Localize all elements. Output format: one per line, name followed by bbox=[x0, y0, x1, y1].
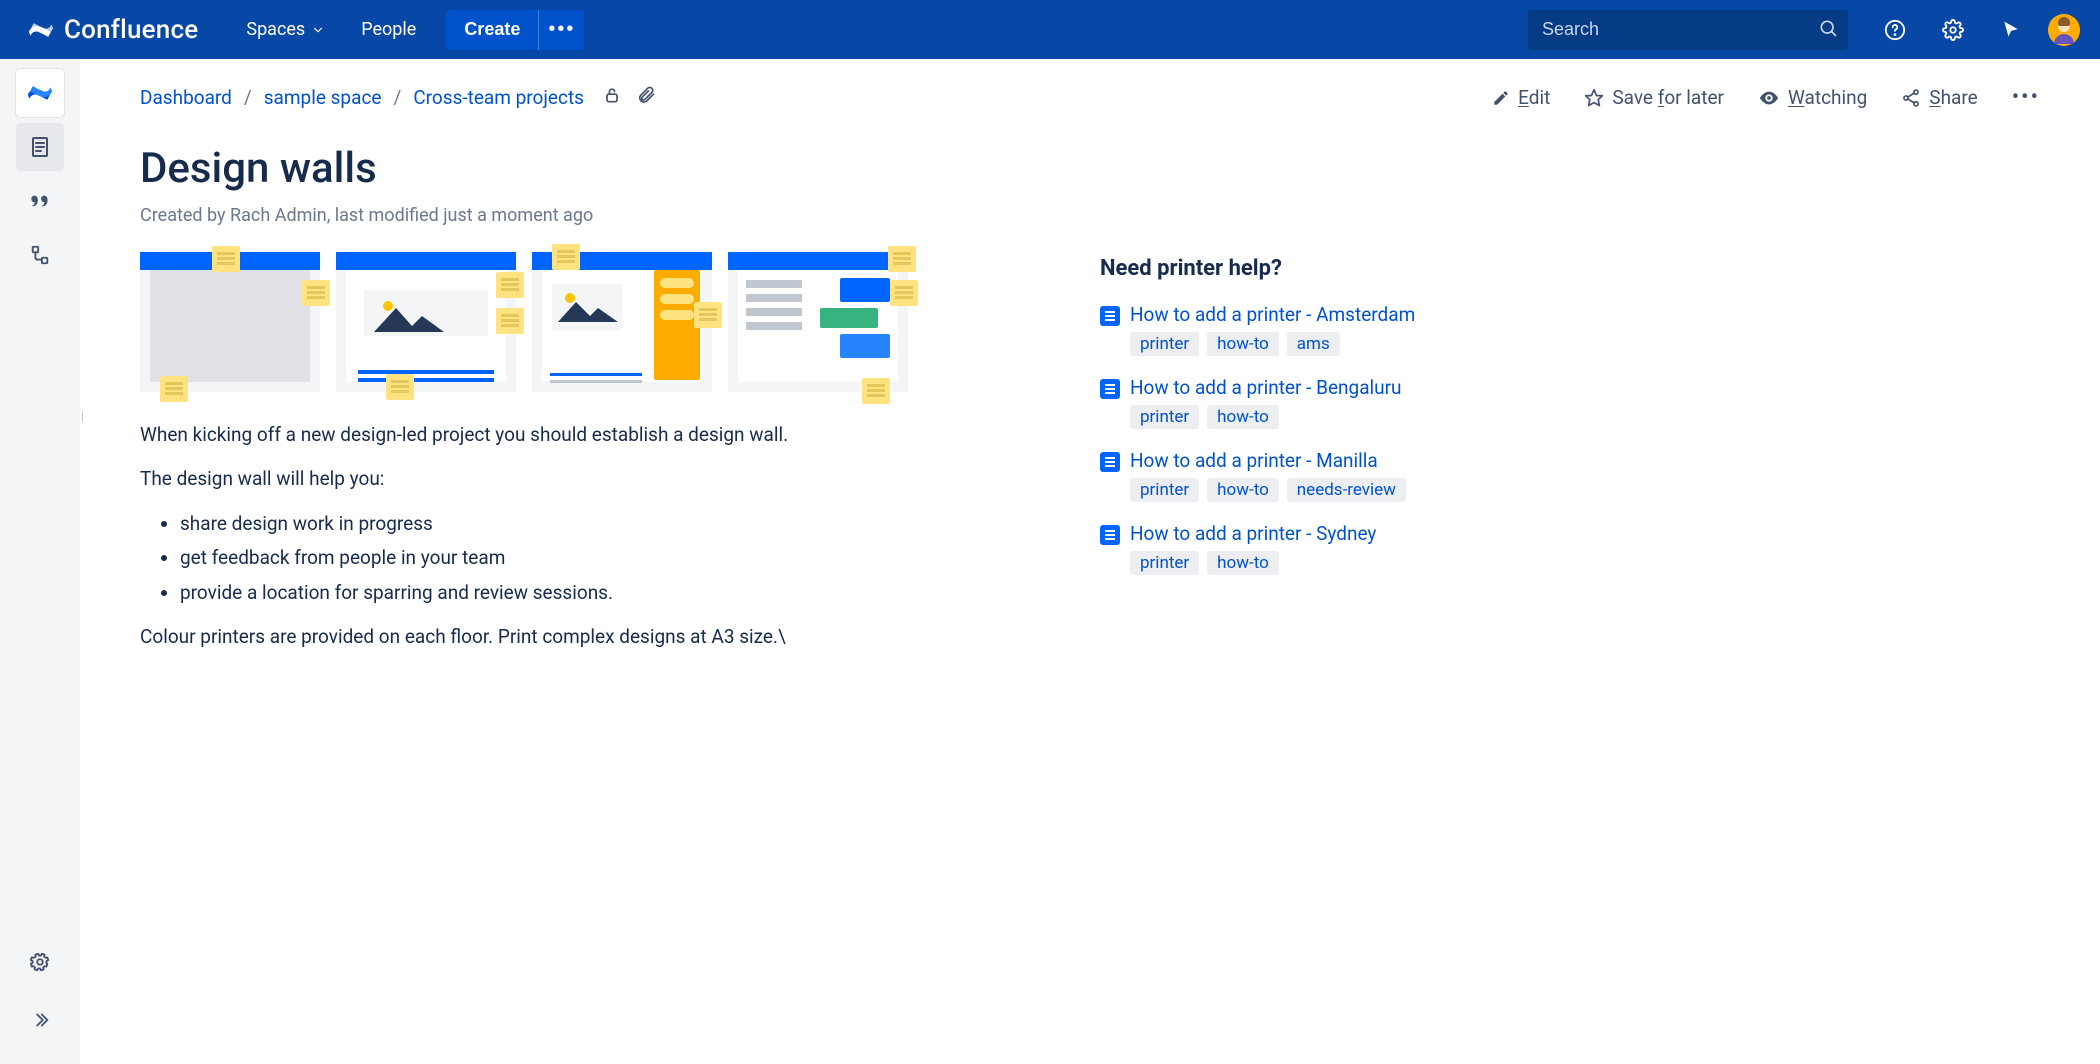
save-for-later-action[interactable]: Save for later bbox=[1584, 86, 1724, 109]
label-chip[interactable]: printer bbox=[1130, 551, 1199, 575]
illustration-panel-4 bbox=[728, 252, 908, 392]
nav-people[interactable]: People bbox=[343, 0, 434, 59]
gear-icon bbox=[1942, 19, 1964, 41]
page-header-row: Dashboard / sample space / Cross-team pr… bbox=[140, 85, 2040, 110]
help-icon bbox=[1884, 19, 1906, 41]
related-link[interactable]: How to add a printer - Manilla bbox=[1130, 449, 1378, 472]
create-more-button[interactable]: ••• bbox=[538, 10, 584, 50]
gear-icon bbox=[29, 951, 51, 973]
page-icon bbox=[1100, 306, 1120, 326]
page-icon bbox=[1100, 452, 1120, 472]
rail-tree[interactable] bbox=[16, 231, 64, 279]
related-item: How to add a printer - Manilla printer h… bbox=[1100, 449, 1520, 502]
label-chip[interactable]: how-to bbox=[1207, 478, 1279, 502]
crumb-space[interactable]: sample space bbox=[264, 86, 382, 109]
hierarchy-icon bbox=[29, 244, 51, 266]
share-icon bbox=[1901, 88, 1921, 108]
related-heading: Need printer help? bbox=[1100, 256, 1520, 281]
quote-icon bbox=[27, 188, 53, 214]
main-content: Dashboard / sample space / Cross-team pr… bbox=[80, 59, 2100, 1064]
rail-pages[interactable] bbox=[16, 123, 64, 171]
illustration-panel-3 bbox=[532, 252, 712, 392]
rail-blog[interactable] bbox=[16, 177, 64, 225]
page-title: Design walls bbox=[140, 144, 2040, 193]
body-text: When kicking off a new design-led projec… bbox=[140, 420, 1020, 652]
related-item: How to add a printer - Bengaluru printer… bbox=[1100, 376, 1520, 429]
label-chip[interactable]: how-to bbox=[1207, 332, 1279, 356]
related-item: How to add a printer - Amsterdam printer… bbox=[1100, 303, 1520, 356]
expand-icon bbox=[29, 1009, 51, 1031]
search-input[interactable] bbox=[1528, 10, 1848, 50]
paragraph: The design wall will help you: bbox=[140, 464, 1020, 494]
list-item: get feedback from people in your team bbox=[180, 543, 1020, 573]
user-avatar[interactable] bbox=[2048, 14, 2080, 46]
crumb-separator: / bbox=[244, 86, 252, 109]
related-link[interactable]: How to add a printer - Bengaluru bbox=[1130, 376, 1402, 399]
eye-icon bbox=[1758, 87, 1780, 109]
star-icon bbox=[1584, 88, 1604, 108]
edit-action[interactable]: Edit bbox=[1492, 86, 1550, 109]
share-action[interactable]: Share bbox=[1901, 86, 1977, 109]
crumb-dashboard[interactable]: Dashboard bbox=[140, 86, 232, 109]
create-group: Create ••• bbox=[446, 10, 584, 50]
restrictions-icon[interactable] bbox=[602, 85, 622, 110]
help-button[interactable] bbox=[1874, 9, 1916, 51]
watching-action[interactable]: Watching bbox=[1758, 86, 1867, 109]
crumb-separator: / bbox=[393, 86, 401, 109]
list-item: share design work in progress bbox=[180, 509, 1020, 539]
create-button[interactable]: Create bbox=[446, 10, 538, 50]
rail-space-settings[interactable] bbox=[16, 938, 64, 986]
label-chip[interactable]: how-to bbox=[1207, 551, 1279, 575]
breadcrumbs: Dashboard / sample space / Cross-team pr… bbox=[140, 85, 656, 110]
more-actions[interactable]: ••• bbox=[2012, 85, 2040, 110]
confluence-logo-icon bbox=[28, 17, 54, 43]
illustration-panel-2 bbox=[336, 252, 516, 392]
paragraph: When kicking off a new design-led projec… bbox=[140, 420, 1020, 450]
paragraph: Colour printers are provided on each flo… bbox=[140, 622, 1020, 652]
search-field-wrap bbox=[1528, 10, 1848, 50]
related-item: How to add a printer - Sydney printer ho… bbox=[1100, 522, 1520, 575]
pencil-icon bbox=[1492, 89, 1510, 107]
related-panel: Need printer help? How to add a printer … bbox=[1100, 252, 1520, 666]
hero-illustration bbox=[140, 252, 1020, 392]
attachments-icon[interactable] bbox=[636, 85, 656, 110]
article-body: When kicking off a new design-led projec… bbox=[140, 252, 1020, 666]
left-rail: || bbox=[0, 59, 80, 1064]
label-chip[interactable]: printer bbox=[1130, 332, 1199, 356]
page-icon bbox=[1100, 379, 1120, 399]
page-icon bbox=[28, 135, 52, 159]
product-brand[interactable]: Confluence bbox=[28, 15, 198, 45]
label-chip[interactable]: needs-review bbox=[1287, 478, 1406, 502]
page-icon bbox=[1100, 525, 1120, 545]
notifications-button[interactable] bbox=[1990, 9, 2032, 51]
search-icon bbox=[1818, 18, 1838, 42]
label-chip[interactable]: ams bbox=[1287, 332, 1340, 356]
label-chip[interactable]: printer bbox=[1130, 405, 1199, 429]
illustration-panel-1 bbox=[140, 252, 320, 392]
list-item: provide a location for sparring and revi… bbox=[180, 578, 1020, 608]
settings-button[interactable] bbox=[1932, 9, 1974, 51]
related-link[interactable]: How to add a printer - Amsterdam bbox=[1130, 303, 1415, 326]
confluence-mark-icon bbox=[27, 80, 53, 106]
avatar-icon bbox=[2048, 14, 2080, 46]
chevron-down-icon bbox=[311, 23, 325, 37]
label-chip[interactable]: printer bbox=[1130, 478, 1199, 502]
top-navigation: Confluence Spaces People Create ••• bbox=[0, 0, 2100, 59]
label-chip[interactable]: how-to bbox=[1207, 405, 1279, 429]
product-name: Confluence bbox=[64, 15, 198, 45]
rail-expand[interactable] bbox=[16, 996, 64, 1044]
page-actions: Edit Save for later Watching Share ••• bbox=[1492, 85, 2040, 110]
nav-spaces[interactable]: Spaces bbox=[228, 0, 343, 59]
crumb-parent[interactable]: Cross-team projects bbox=[413, 86, 584, 109]
notification-icon bbox=[2001, 20, 2021, 40]
bullet-list: share design work in progress get feedba… bbox=[180, 509, 1020, 608]
page-byline: Created by Rach Admin, last modified jus… bbox=[140, 205, 2040, 226]
rail-space-home[interactable] bbox=[16, 69, 64, 117]
related-link[interactable]: How to add a printer - Sydney bbox=[1130, 522, 1376, 545]
